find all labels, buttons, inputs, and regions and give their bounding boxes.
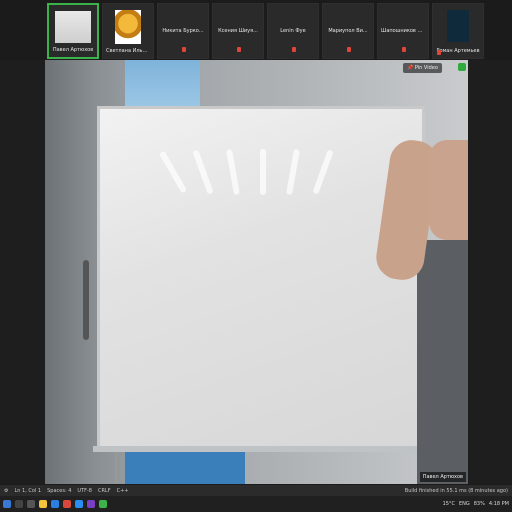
participant-name: Мариупол Ви...	[328, 28, 368, 34]
pin-icon: 📌	[407, 65, 415, 71]
mic-muted-icon	[402, 47, 406, 52]
participant-tile[interactable]: Никита Бурко...	[157, 3, 209, 59]
whiteboard	[97, 106, 425, 450]
participant-tile[interactable]: Светлана Ильичева	[102, 3, 154, 59]
zoom-icon[interactable]	[75, 500, 83, 508]
participant-tile[interactable]: Lenin Фуе	[267, 3, 319, 59]
participant-name: Шапошников А...	[381, 28, 425, 34]
status-language[interactable]: C++	[117, 488, 129, 494]
right-margin	[468, 60, 512, 484]
pin-video-button[interactable]: 📌 Pin Video	[403, 63, 442, 73]
participant-name: Никита Бурко...	[162, 28, 204, 34]
mic-muted-icon	[292, 47, 296, 52]
video-status-icon	[458, 63, 466, 71]
participant-avatar	[115, 10, 141, 44]
participant-tile[interactable]: Павел Артюхов	[47, 3, 99, 59]
battery-indicator[interactable]: 83%	[474, 501, 485, 507]
status-bar: ⚙ Ln 1, Col 1 Spaces: 4 UTF-8 CRLF C++ B…	[0, 485, 512, 496]
participant-name: Lenin Фуе	[280, 28, 306, 34]
participant-strip: Павел Артюхов Светлана Ильичева Никита Б…	[47, 3, 491, 59]
search-icon[interactable]	[15, 500, 23, 508]
mic-muted-icon	[437, 50, 441, 55]
participant-tile[interactable]: Шапошников А...	[377, 3, 429, 59]
pin-video-label: Pin Video	[414, 65, 438, 71]
status-eol[interactable]: CRLF	[98, 488, 111, 494]
speaker-name-label: Павел Артюхов	[419, 472, 466, 482]
mic-muted-icon	[347, 47, 351, 52]
door-handle	[83, 260, 89, 340]
language-indicator[interactable]: ENG	[459, 501, 470, 507]
participant-name: Павел Артюхов	[52, 47, 94, 53]
mic-muted-icon	[237, 47, 241, 52]
clock[interactable]: 4:18 PM	[489, 501, 509, 507]
participant-name: Роман Артемьев	[436, 48, 480, 54]
main-video[interactable]: 📌 Pin Video Павел Артюхов	[45, 60, 468, 484]
window-background	[125, 60, 200, 108]
participant-avatar	[447, 10, 469, 42]
weather-text[interactable]: 15°C	[443, 501, 455, 507]
explorer-icon[interactable]	[39, 500, 47, 508]
status-indent[interactable]: Spaces: 4	[47, 488, 71, 494]
gear-icon[interactable]: ⚙	[4, 488, 8, 494]
participant-name: Ксения Шиуя...	[218, 28, 258, 34]
app-icon[interactable]	[87, 500, 95, 508]
participant-tile[interactable]: Мариупол Ви...	[322, 3, 374, 59]
participant-tile[interactable]: Роман Артемьев	[432, 3, 484, 59]
mic-muted-icon	[182, 47, 186, 52]
whiteboard-stand	[115, 452, 177, 484]
status-position[interactable]: Ln 1, Col 1	[14, 488, 41, 494]
participant-tile[interactable]: Ксения Шиуя...	[212, 3, 264, 59]
app-icon[interactable]	[99, 500, 107, 508]
task-view-icon[interactable]	[27, 500, 35, 508]
edge-icon[interactable]	[51, 500, 59, 508]
speaker-person	[373, 130, 468, 484]
status-build: Build finished in 55.1 ms (8 minutes ago…	[404, 487, 508, 494]
participant-name: Светлана Ильичева	[106, 48, 150, 54]
taskbar: 15°C ENG 83% 4:18 PM	[0, 496, 512, 512]
status-encoding[interactable]: UTF-8	[77, 488, 92, 494]
participant-video-thumbnail	[55, 11, 91, 43]
left-margin	[0, 60, 45, 484]
browser-icon[interactable]	[63, 500, 71, 508]
start-icon[interactable]	[3, 500, 11, 508]
